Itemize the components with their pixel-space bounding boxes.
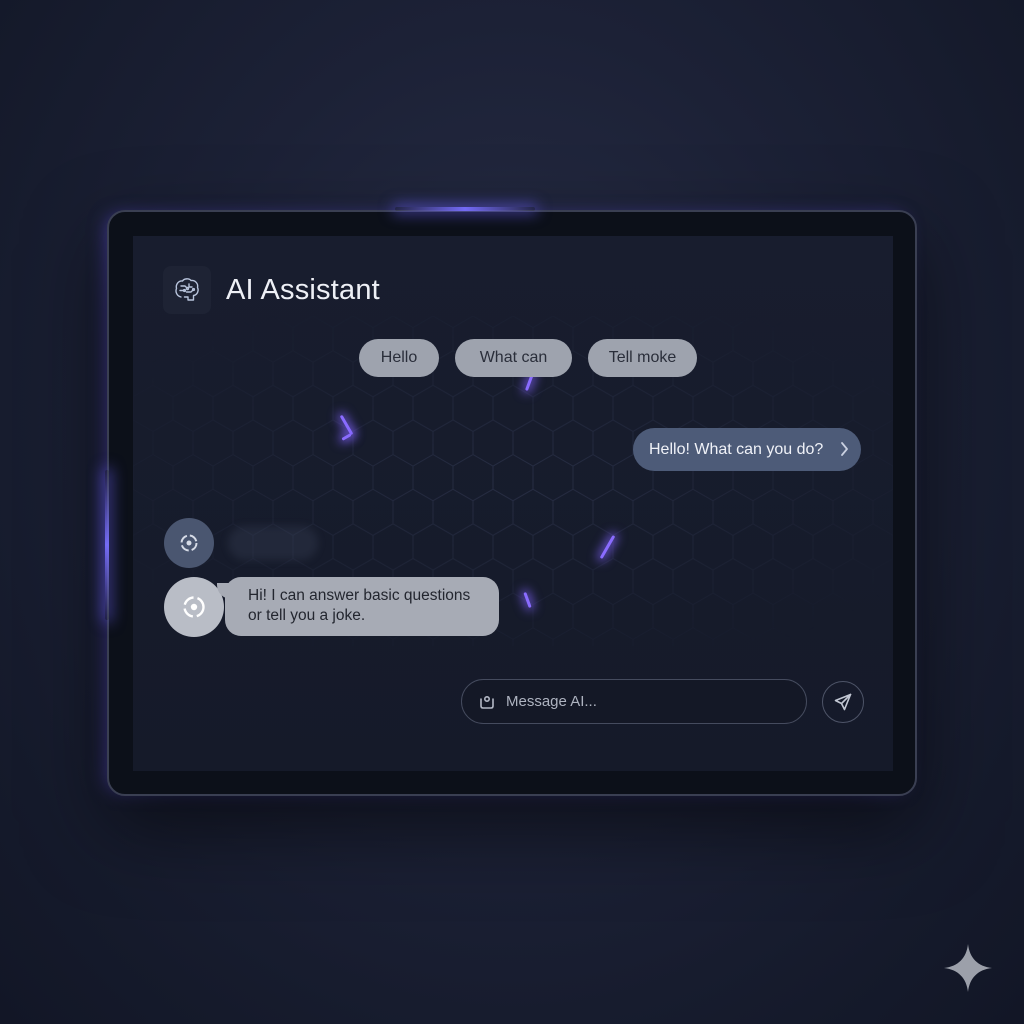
suggestion-chip-what-can[interactable]: What can [455,339,572,377]
suggestion-chip-tell-joke[interactable]: Tell moke [588,339,697,377]
message-input[interactable] [504,692,778,711]
ai-message-line: or tell you a joke. [248,607,366,624]
sparkle-icon [944,944,992,992]
page-title: AI Assistant [226,273,380,306]
ai-avatar [164,577,224,637]
device-glow-top [395,207,535,211]
ai-logo-icon [183,596,205,618]
chat-header: AI Assistant [163,266,380,314]
attachment-icon[interactable] [478,694,496,710]
suggestion-chip-hello[interactable]: Hello [359,339,439,377]
typing-indicator [228,526,318,560]
user-message-bubble: Hello! What can you do? [633,428,861,471]
ai-avatar-typing [164,518,214,568]
chevron-right-icon[interactable] [839,441,849,457]
chat-screen: AI Assistant Hello What can Tell moke He… [133,236,893,771]
brain-circuit-icon [163,266,211,314]
ai-logo-icon [180,534,198,552]
user-message-text: Hello! What can you do? [649,440,824,458]
device-glow-left [105,470,109,620]
send-icon [834,693,852,711]
message-composer[interactable] [461,679,807,724]
ai-message-line: Hi! I can answer basic questions [248,587,471,604]
send-button[interactable] [822,681,864,723]
ai-message-bubble: Hi! I can answer basic questions or tell… [217,577,499,636]
